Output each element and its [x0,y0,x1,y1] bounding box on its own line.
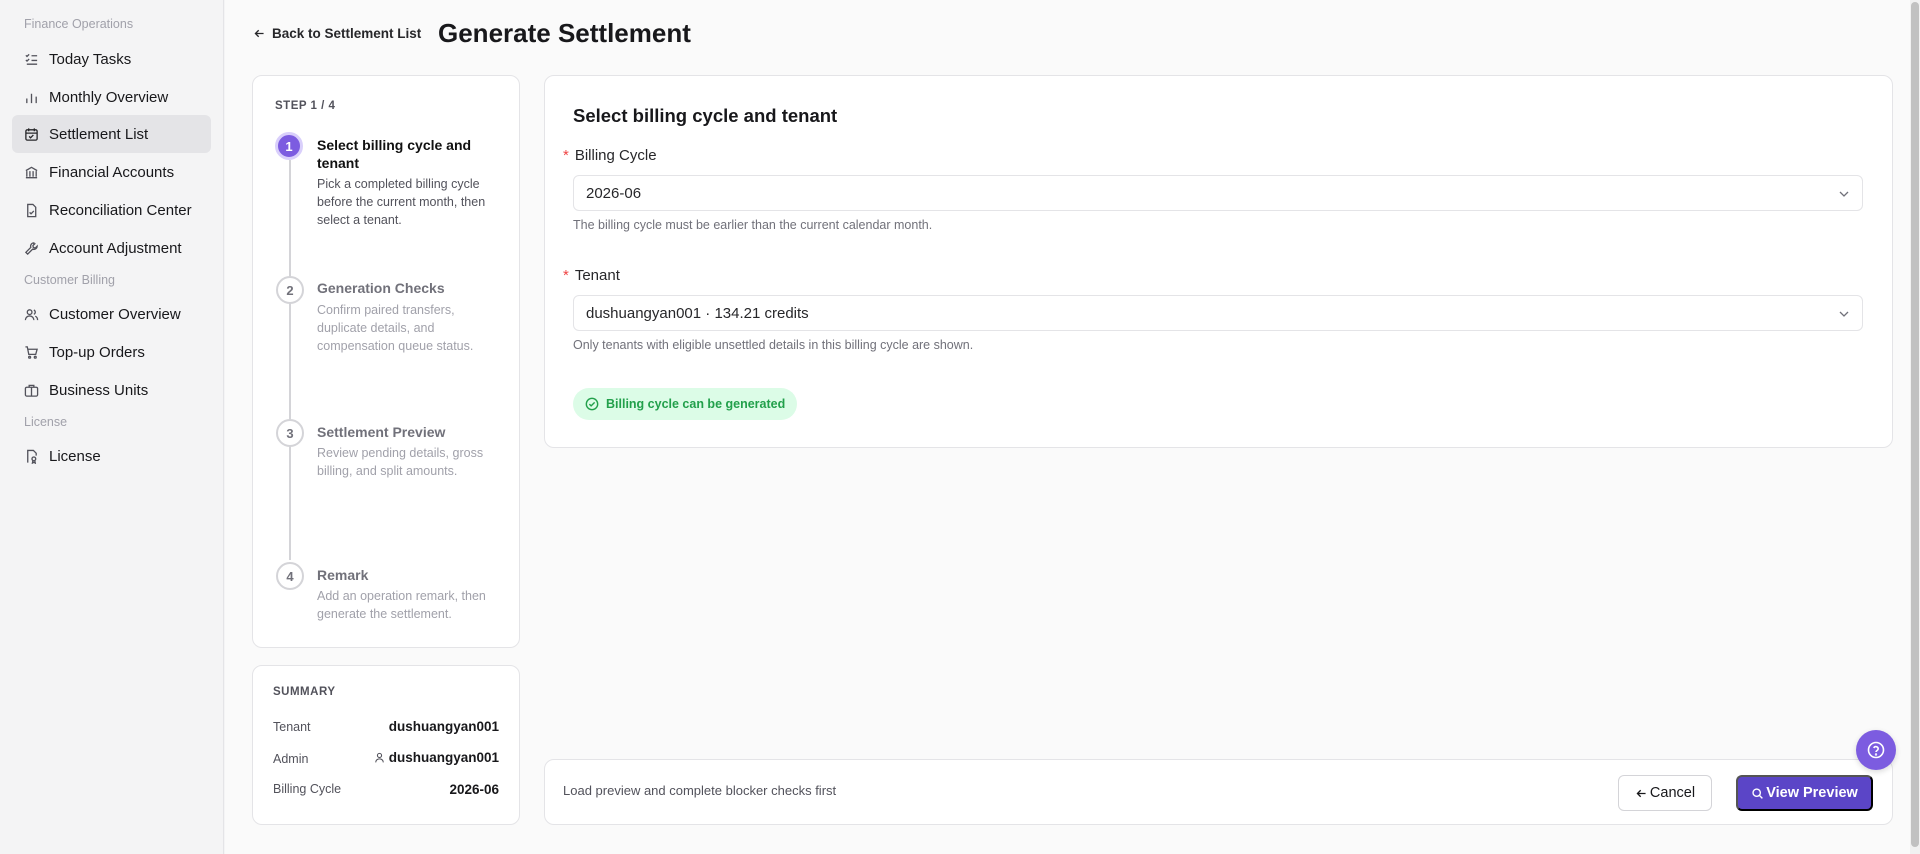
summary-admin: dushuangyan001 [374,750,499,765]
status-badge: Billing cycle can be generated [573,388,798,420]
scrollbar-thumb[interactable] [1911,2,1919,847]
tenant-hint: Only tenants with eligible unsettled det… [573,338,974,352]
sidebar: Finance Operations Today Tasks Monthly O… [0,0,224,854]
arrow-left-icon [254,29,264,38]
summary-cycle-label: Billing Cycle [273,782,342,796]
sidebar-item-label: Reconciliation Center [49,201,192,219]
sidebar-item-financial-accounts[interactable]: Financial Accounts [12,153,211,191]
required-mark: * [563,147,569,164]
step-2-title: Generation Checks [317,280,445,296]
bar-chart-icon [26,93,37,103]
step-3-title: Settlement Preview [317,424,446,440]
status-text: Billing cycle can be generated [606,397,786,411]
cancel-button[interactable]: Cancel [1618,775,1712,811]
file-check-icon [27,203,37,217]
summary-admin-value: dushuangyan001 [388,750,499,765]
license-icon [27,449,37,464]
sidebar-group-license: License [24,415,68,429]
help-icon [1867,741,1885,759]
sidebar-group-customer: Customer Billing [24,273,116,287]
summary-cycle-value: 2026-06 [449,782,499,797]
sidebar-item-label: License [49,447,101,465]
billing-cycle-label-text: Billing Cycle [574,147,657,164]
chevron-down-icon [1839,311,1849,317]
step-1-title: Select billing cycle and tenant [317,137,472,171]
sidebar-item-label: Customer Overview [49,305,181,323]
billing-cycle-label: * Billing Cycle [563,147,657,164]
step-connector-line [289,160,291,560]
step-4-desc: Add an operation remark, then generate t… [317,589,486,621]
summary-title: SUMMARY [273,686,336,698]
briefcase-icon [24,384,39,397]
back-to-settlement-list-link[interactable]: Back to Settlement List [253,26,421,41]
chevron-down-icon [1839,191,1849,197]
search-icon [1752,787,1764,799]
step-1-desc: Pick a completed billing cycle before th… [317,177,486,227]
calendar-check-icon [25,127,38,141]
sidebar-item-label: Settlement List [49,125,149,143]
view-preview-label: View Preview [1766,785,1858,801]
sidebar-item-label: Today Tasks [49,50,132,68]
step-3-desc: Review pending details, gross billing, a… [317,446,484,478]
sidebar-item-settlement-list[interactable]: Settlement List [12,115,211,153]
form-title: Select billing cycle and tenant [573,105,838,126]
billing-cycle-value: 2026-06 [586,184,642,202]
required-mark: * [563,267,569,284]
sidebar-item-top-up-orders[interactable]: Top-up Orders [12,333,211,371]
help-button[interactable] [1856,730,1896,770]
step-counter: STEP 1 / 4 [275,100,336,112]
cancel-label: Cancel [1649,785,1696,801]
sidebar-item-customer-overview[interactable]: Customer Overview [12,295,211,333]
step-1-indicator: 1 [275,132,303,160]
step-4-title: Remark [317,567,369,583]
summary-admin-label: Admin [273,752,309,766]
sidebar-item-license[interactable]: License [12,437,211,475]
billing-cycle-select[interactable]: 2026-06 [573,175,1863,211]
back-link-label: Back to Settlement List [272,26,422,41]
footer-message: Load preview and complete blocker checks… [563,783,837,798]
tenant-label: * Tenant [563,267,620,284]
sidebar-item-monthly-overview[interactable]: Monthly Overview [12,78,211,116]
view-preview-button[interactable]: View Preview [1736,775,1873,811]
tenant-select[interactable]: dushuangyan001 · 134.21 credits [573,295,1863,331]
user-icon [374,752,384,763]
sidebar-item-label: Financial Accounts [49,163,175,181]
cart-icon [25,345,38,359]
sidebar-item-label: Business Units [49,381,149,399]
users-icon [24,308,39,320]
step-3-indicator: 3 [276,419,304,447]
step-2-indicator: 2 [276,276,304,304]
tenant-value: dushuangyan001 · 134.21 credits [586,304,809,322]
summary-tenant-label: Tenant [273,720,311,734]
sidebar-group-finance: Finance Operations [24,17,134,31]
step-2-desc: Confirm paired transfers, duplicate deta… [317,303,474,353]
page-title: Generate Settlement [438,18,691,48]
sidebar-item-today-tasks[interactable]: Today Tasks [12,40,211,78]
sidebar-item-business-units[interactable]: Business Units [12,371,211,409]
bank-icon [25,166,38,178]
billing-cycle-hint: The billing cycle must be earlier than t… [573,218,933,232]
wrench-icon [24,241,38,255]
check-circle-icon [585,397,599,411]
tenant-label-text: Tenant [574,267,620,284]
step-4-indicator: 4 [276,562,304,590]
sidebar-item-label: Top-up Orders [49,343,145,361]
sidebar-item-label: Monthly Overview [49,88,169,106]
arrow-left-icon [1636,789,1646,797]
list-check-icon [25,53,38,65]
sidebar-item-account-adjustment[interactable]: Account Adjustment [12,229,211,267]
summary-tenant-value: dushuangyan001 [388,719,499,734]
sidebar-item-reconciliation-center[interactable]: Reconciliation Center [12,191,211,229]
sidebar-item-label: Account Adjustment [49,239,182,257]
scrollbar[interactable] [1910,0,1920,854]
